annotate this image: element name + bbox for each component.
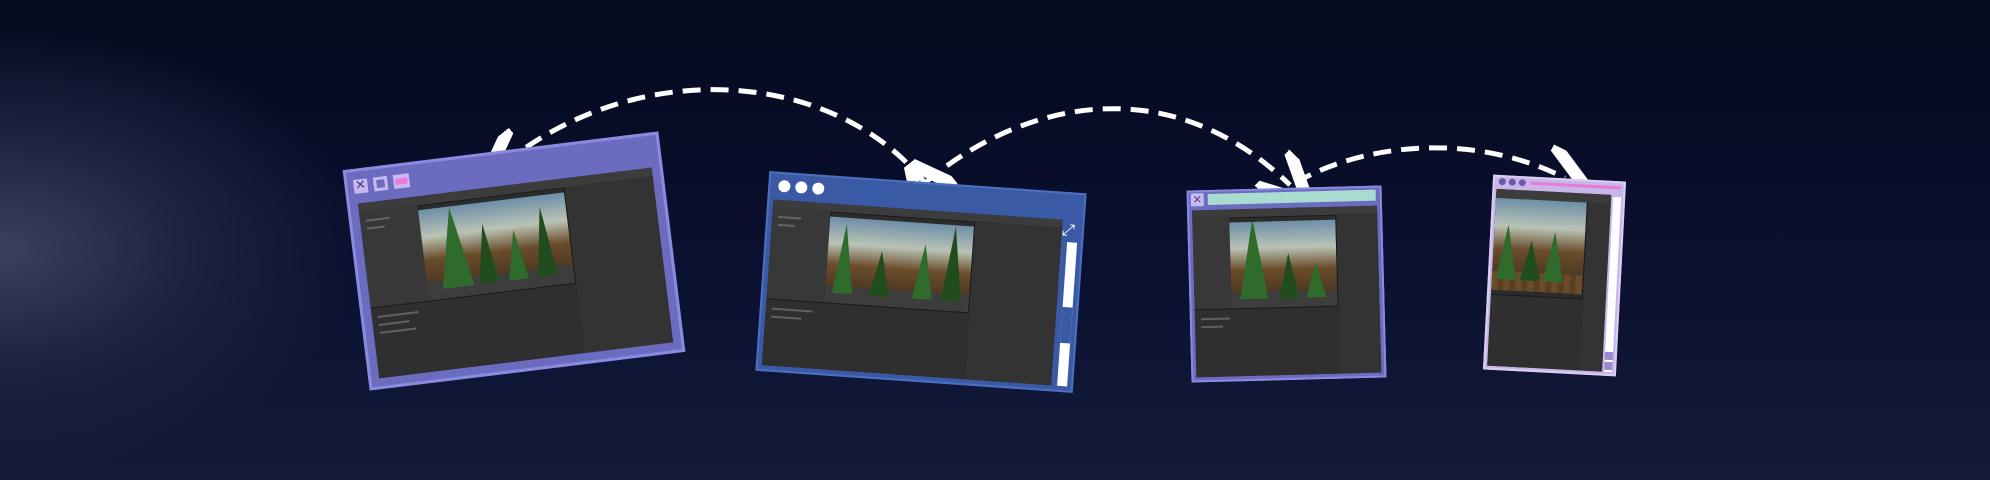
title-stripe: [1530, 181, 1621, 190]
close-icon[interactable]: ✕: [1190, 193, 1204, 207]
maximize-icon[interactable]: [372, 175, 389, 192]
window-2[interactable]: ⤢: [755, 171, 1087, 393]
circle-icon[interactable]: [1498, 177, 1507, 186]
arrow-2-3: [923, 106, 1290, 185]
window-3[interactable]: ✕: [1186, 185, 1387, 383]
scrollbar-thumb[interactable]: [1060, 306, 1073, 344]
circle-icon[interactable]: [1508, 178, 1517, 186]
circle-icon[interactable]: [1518, 179, 1526, 187]
scroll-down-icon[interactable]: [1604, 361, 1613, 371]
window-1[interactable]: ✕: [342, 131, 686, 391]
app-screenshot: [357, 167, 674, 379]
scrollbar[interactable]: [1057, 242, 1078, 387]
app-screenshot: [1192, 205, 1382, 378]
circle-icon[interactable]: [794, 181, 808, 194]
app-screenshot: [1487, 188, 1612, 372]
circle-icon[interactable]: [811, 182, 825, 196]
close-icon[interactable]: ✕: [352, 178, 369, 194]
window-4[interactable]: [1482, 174, 1627, 377]
scroll-up-icon[interactable]: [1604, 351, 1614, 361]
minimize-icon[interactable]: [392, 173, 411, 190]
title-field: [1207, 189, 1376, 206]
expand-icon[interactable]: ⤢: [1061, 220, 1078, 240]
circle-icon[interactable]: [777, 179, 791, 193]
app-screenshot: [761, 199, 1063, 386]
